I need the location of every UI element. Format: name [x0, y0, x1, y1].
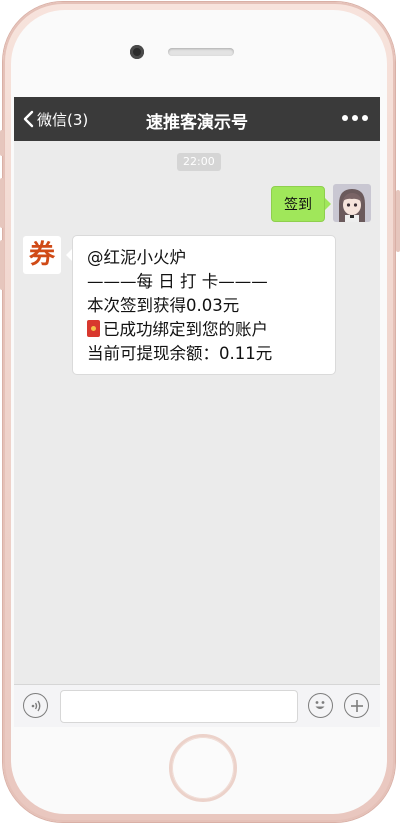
earpiece-speaker — [168, 48, 234, 56]
more-dots-icon[interactable] — [342, 115, 368, 121]
volume-down-button — [0, 240, 4, 290]
official-account-avatar[interactable]: 券 — [23, 236, 61, 274]
emoji-icon — [315, 701, 325, 709]
incoming-message-bubble[interactable]: @红泥小火炉 ———每 日 打 卡——— 本次签到获得0.03元 已成功绑定到您… — [66, 235, 336, 375]
anime-avatar-icon — [333, 184, 371, 222]
home-button[interactable] — [169, 734, 237, 802]
plus-icon — [350, 699, 363, 712]
voice-button[interactable] — [23, 693, 48, 718]
message-line-with-icon: 已成功绑定到您的账户 — [87, 318, 335, 342]
message-timestamp: 22:00 — [177, 153, 221, 171]
user-avatar[interactable] — [333, 184, 371, 222]
phone-screen: 微信(3) 速推客演示号 22:00 签到 券 @红泥小火炉 ———每 日 打 … — [14, 97, 380, 727]
chat-title: 速推客演示号 — [146, 113, 248, 133]
mute-switch — [0, 130, 4, 156]
voice-icon — [31, 700, 40, 711]
front-camera — [130, 45, 144, 59]
message-line: ———每 日 打 卡——— — [87, 272, 268, 291]
input-toolbar — [14, 684, 380, 727]
message-line: @红泥小火炉 — [87, 248, 186, 267]
outgoing-message-bubble[interactable]: 签到 — [271, 186, 331, 222]
emoji-button[interactable] — [308, 693, 333, 718]
message-line: 本次签到获得0.03元 — [87, 296, 240, 315]
navigation-bar: 微信(3) 速推客演示号 — [14, 97, 380, 141]
message-input[interactable] — [60, 690, 298, 723]
outgoing-message-text: 签到 — [284, 197, 312, 213]
plus-button[interactable] — [344, 693, 369, 718]
message-line: 已成功绑定到您的账户 — [103, 320, 268, 339]
ticket-logo-icon: 券 — [28, 240, 55, 270]
power-button — [396, 190, 400, 252]
red-envelope-icon — [87, 320, 100, 337]
message-line: 当前可提现余额：0.11元 — [87, 344, 273, 363]
volume-up-button — [0, 178, 4, 228]
